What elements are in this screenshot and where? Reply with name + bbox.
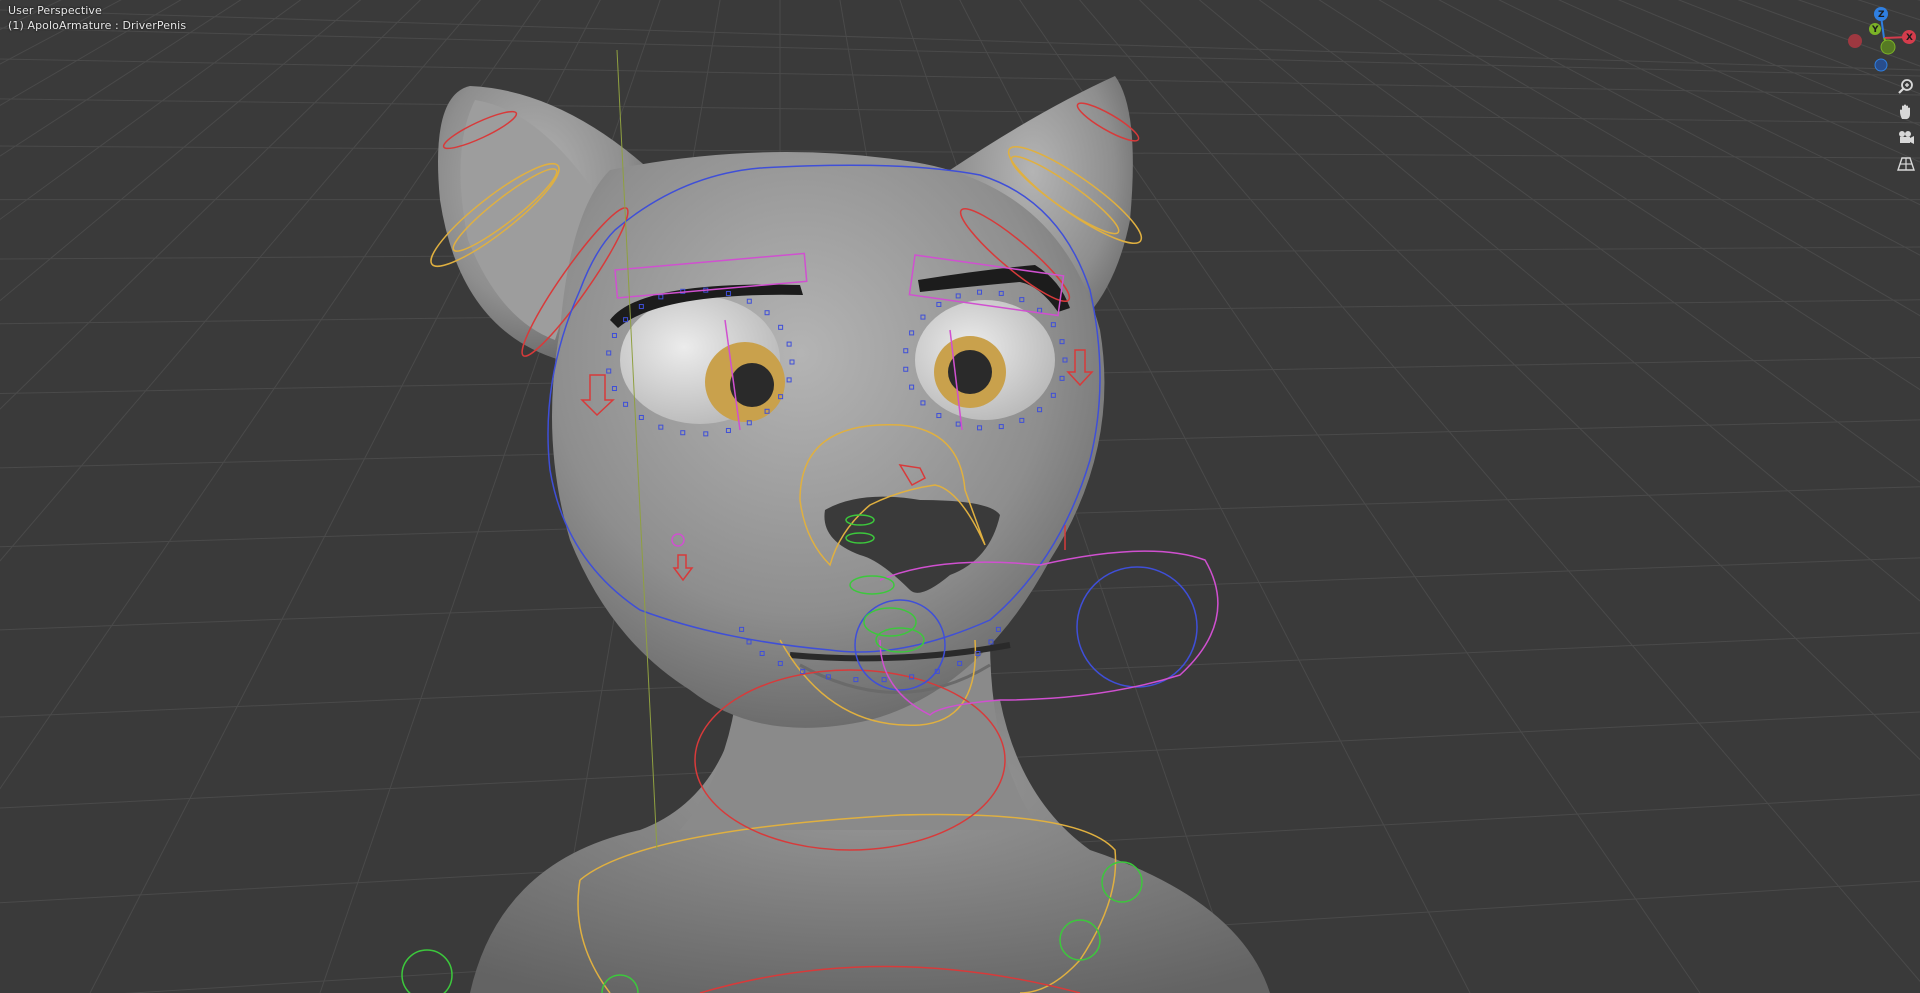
gizmo-neg-z: [1874, 58, 1888, 72]
active-object-info: (1) ApoloArmature : DriverPenis: [8, 19, 187, 32]
zoom-button[interactable]: [1894, 75, 1918, 99]
pan-button[interactable]: [1894, 100, 1918, 124]
perspective-toggle-button[interactable]: [1894, 152, 1918, 176]
face-pivot-right: [1076, 566, 1198, 688]
grid-line: [0, 27, 1920, 77]
zoom-icon: [1898, 79, 1913, 94]
gizmo-x-label: X: [1906, 33, 1913, 43]
gizmo-neg-x: [1848, 34, 1862, 48]
gizmo-z-label: Z: [1878, 10, 1885, 20]
camera-view-button[interactable]: [1894, 126, 1918, 150]
pan-hand-icon: [1900, 104, 1910, 119]
gizmo-neg-y: [1880, 39, 1896, 55]
character-mesh: [438, 76, 1270, 993]
view-name: User Perspective: [8, 4, 102, 17]
3d-viewport[interactable]: Z Y X: [0, 0, 1920, 993]
navigation-gizmo[interactable]: Z Y X: [1848, 7, 1916, 72]
perspective-grid-icon: [1897, 157, 1915, 171]
shoulder-control-left: [401, 949, 453, 993]
gizmo-y-label: Y: [1871, 25, 1879, 35]
camera-icon: [1899, 131, 1914, 144]
head-mesh: [552, 152, 1105, 728]
